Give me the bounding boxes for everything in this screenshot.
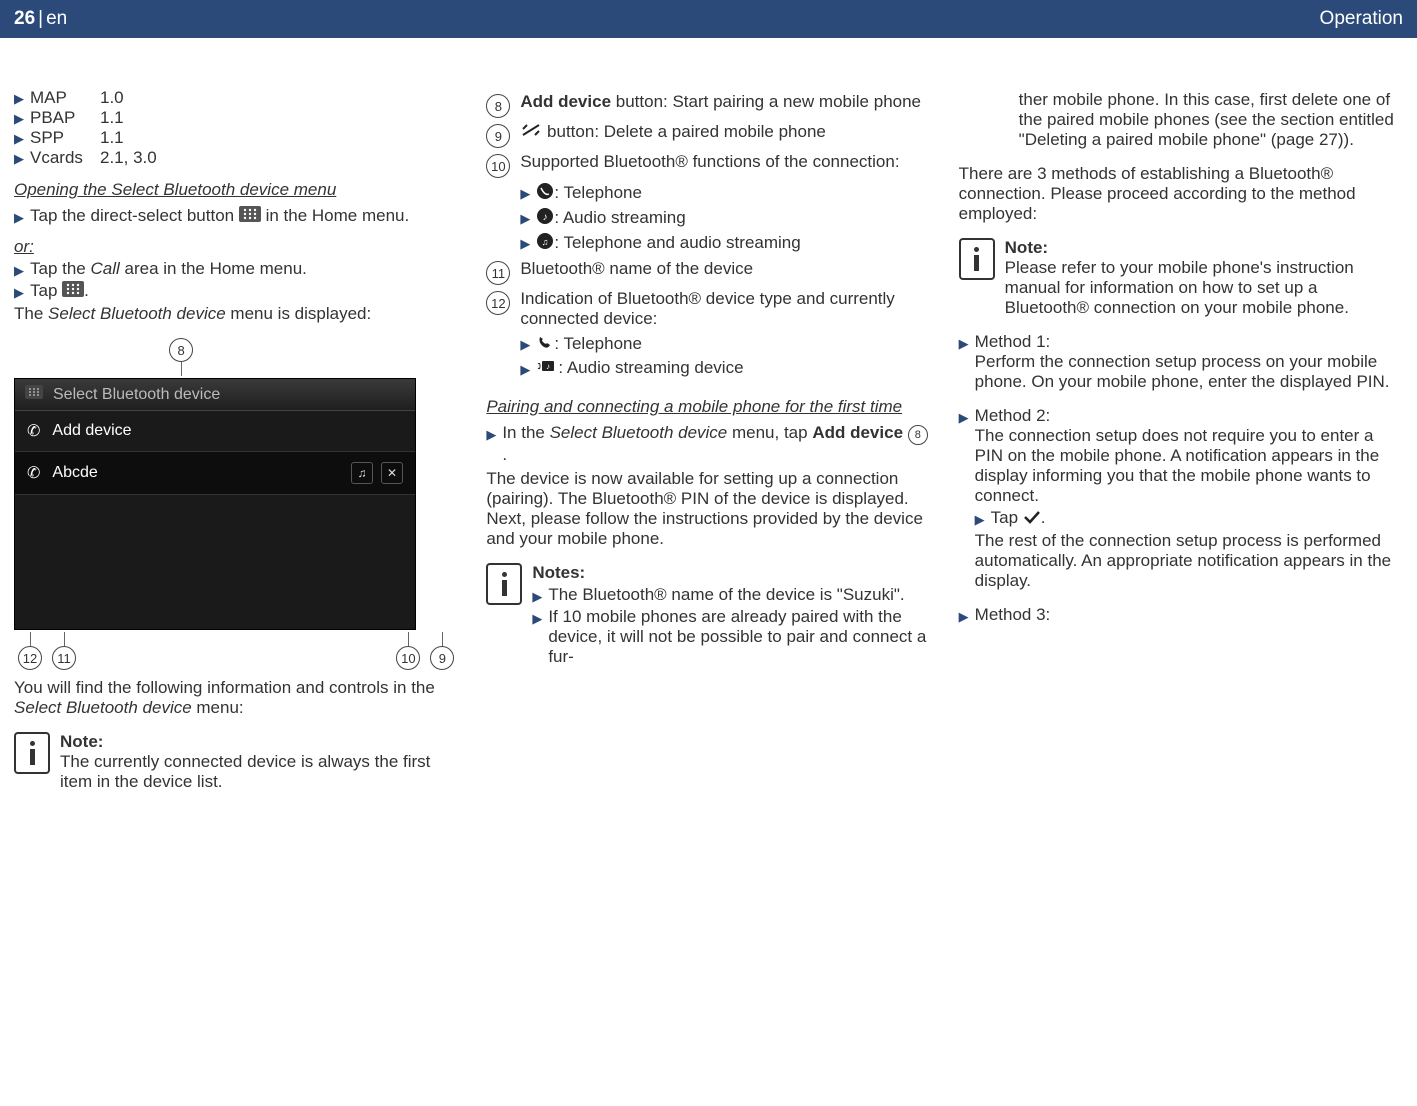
- notes-box: Notes: ▶The Bluetooth® name of the devic…: [486, 563, 930, 669]
- spec-row: ▶PBAP1.1: [14, 108, 458, 128]
- note-item: ▶The Bluetooth® name of the device is "S…: [532, 585, 930, 605]
- method-3: ▶ Method 3:: [959, 605, 1403, 625]
- spec-row: ▶SPP1.1: [14, 128, 458, 148]
- paragraph: There are 3 methods of establishing a Bl…: [959, 164, 1403, 224]
- column-2: 8 Add device button: Start pairing a new…: [486, 88, 930, 806]
- screenshot-title: Select Bluetooth device: [53, 386, 220, 404]
- subheading-open-menu: Opening the Select Bluetooth device menu: [14, 180, 336, 200]
- phone-music-circle-icon: ♫: [536, 232, 554, 255]
- callout-item-10: 10 Supported Bluetooth® functions of the…: [486, 152, 930, 178]
- devtype-telephone: ▶: Telephone: [520, 333, 930, 356]
- check-icon: [1023, 509, 1041, 529]
- page-number: 26: [14, 8, 35, 29]
- subheading-pairing: Pairing and connecting a mobile phone fo…: [486, 397, 902, 417]
- notes-title: Notes:: [532, 563, 930, 583]
- svg-text:♫: ♫: [542, 237, 549, 247]
- device-name-label: Abcde: [52, 464, 97, 482]
- column-1: ▶MAP1.0 ▶PBAP1.1 ▶SPP1.1 ▶Vcards2.1, 3.0…: [14, 88, 458, 806]
- callout-9: 9: [430, 646, 454, 670]
- inline-callout-8: 8: [908, 425, 928, 445]
- callout-11: 11: [52, 646, 76, 670]
- function-both: ▶♫: Telephone and audio streaming: [520, 232, 930, 255]
- callout-12: 12: [18, 646, 42, 670]
- unlink-icon: [520, 122, 542, 143]
- callout-item-12: 12 Indication of Bluetooth® device type …: [486, 289, 930, 329]
- spec-row: ▶Vcards2.1, 3.0: [14, 148, 458, 168]
- screenshot-add-row[interactable]: ✆ Add device: [15, 411, 415, 452]
- music-circle-icon: ♪: [536, 207, 554, 230]
- devtype-audio: ▶♪: Audio streaming device: [520, 358, 930, 379]
- info-icon: [14, 732, 50, 774]
- callout-item-8: 8 Add device button: Start pairing a new…: [486, 92, 930, 118]
- screenshot-figure: 8 Select Bluetooth device ✆ Add device ✆…: [14, 338, 458, 670]
- step: ▶ Tap .: [14, 281, 458, 302]
- phone-icon: ✆: [27, 463, 40, 483]
- handset-icon: [536, 333, 554, 356]
- screenshot-device-row[interactable]: ✆ Abcde ♫ ✕: [15, 452, 415, 495]
- speaker-icon: ♪: [536, 358, 558, 379]
- paragraph: You will find the following information …: [14, 678, 458, 718]
- continued-note: ther mobile phone. In this case, first d…: [1019, 90, 1403, 150]
- info-icon: [486, 563, 522, 605]
- paragraph: The Select Bluetooth device menu is disp…: [14, 304, 458, 324]
- note-item: ▶If 10 mobile phones are already paired …: [532, 607, 930, 667]
- column-3: ther mobile phone. In this case, first d…: [959, 88, 1403, 806]
- header-left: 26|en: [14, 8, 67, 30]
- note-box: Note: Please refer to your mobile phone'…: [959, 238, 1403, 318]
- note-body: Please refer to your mobile phone's inst…: [1005, 258, 1403, 318]
- function-audio: ▶♪: Audio streaming: [520, 207, 930, 230]
- dialpad-small-icon: [25, 385, 43, 404]
- paragraph: The device is now available for setting …: [486, 469, 930, 549]
- svg-text:♪: ♪: [543, 212, 548, 223]
- add-device-label: Add device: [52, 422, 131, 440]
- both-icon: ♫: [351, 462, 373, 484]
- step: ▶ Tap the Call area in the Home menu.: [14, 259, 458, 279]
- note-box: Note: The currently connected device is …: [14, 732, 458, 792]
- screenshot-titlebar: Select Bluetooth device: [15, 379, 415, 411]
- dialpad-icon: [62, 281, 84, 302]
- phone-circle-icon: [536, 182, 554, 205]
- bottom-callouts: 12 11 10 9: [14, 632, 458, 670]
- callout-item-11: 11 Bluetooth® name of the device: [486, 259, 930, 285]
- step: ▶ Tap the direct-select button in the Ho…: [14, 206, 458, 227]
- svg-text:♪: ♪: [546, 362, 550, 371]
- spec-row: ▶MAP1.0: [14, 88, 458, 108]
- page-content: ▶MAP1.0 ▶PBAP1.1 ▶SPP1.1 ▶Vcards2.1, 3.0…: [0, 38, 1417, 836]
- method-1: ▶ Method 1: Perform the connection setup…: [959, 332, 1403, 392]
- note-title: Note:: [1005, 238, 1403, 258]
- dialpad-icon: [239, 206, 261, 227]
- callout-10: 10: [396, 646, 420, 670]
- phone-plus-icon: ✆: [27, 421, 40, 441]
- or-label: or:: [14, 237, 458, 257]
- step: ▶ In the Select Bluetooth device menu, t…: [486, 423, 930, 465]
- method-2: ▶ Method 2: The connection setup does no…: [959, 406, 1403, 591]
- callout-item-9: 9 button: Delete a paired mobile phone: [486, 122, 930, 148]
- header-section: Operation: [1320, 8, 1403, 30]
- spec-list: ▶MAP1.0 ▶PBAP1.1 ▶SPP1.1 ▶Vcards2.1, 3.0: [14, 88, 458, 168]
- page-lang: en: [46, 8, 67, 29]
- callout-8: 8: [169, 338, 193, 362]
- unlink-icon[interactable]: ✕: [381, 462, 403, 484]
- page-header: 26|en Operation: [0, 0, 1417, 38]
- device-screenshot: Select Bluetooth device ✆ Add device ✆ A…: [14, 378, 416, 630]
- note-body: The currently connected device is always…: [60, 752, 458, 792]
- info-icon: [959, 238, 995, 280]
- note-title: Note:: [60, 732, 458, 752]
- function-telephone: ▶: Telephone: [520, 182, 930, 205]
